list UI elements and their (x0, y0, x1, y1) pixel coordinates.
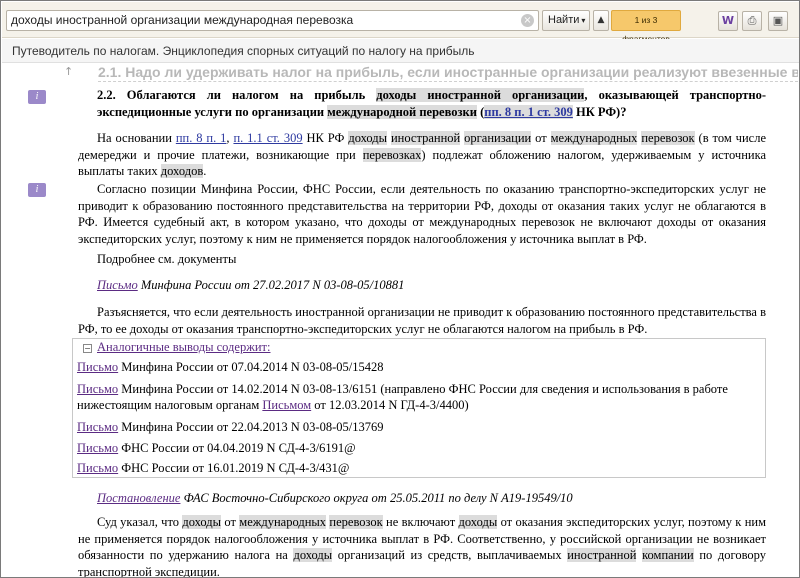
highlight: доходы иностранной организации (376, 88, 585, 102)
document-link[interactable]: Постановление (97, 491, 180, 505)
text: НК РФ)? (572, 104, 627, 119)
paragraph: Разъясняется, что если деятельность инос… (78, 305, 766, 336)
text: от 12.03.2014 N ГД-4-3/4400) (311, 398, 469, 412)
info-icon[interactable]: i (28, 90, 46, 104)
list-item: Письмо Минфина России от 07.04.2014 N 03… (77, 359, 757, 375)
highlight: компании (642, 548, 694, 562)
text: . (203, 164, 207, 178)
document-link[interactable]: Письмом (262, 398, 311, 412)
text: На основании (97, 131, 176, 145)
find-button-label: Найти (548, 14, 580, 26)
text: ФНС России от 04.04.2019 N СД-4-3/6191@ (118, 441, 356, 455)
highlight: организации (464, 131, 532, 145)
text: не включают (382, 515, 459, 529)
paragraph: Подробнее см. документы (97, 252, 237, 266)
highlight: доходы (348, 131, 388, 145)
analog-header[interactable]: − Аналогичные выводы содержит: (83, 340, 270, 355)
search-field[interactable]: × (6, 10, 539, 31)
list-item: Письмо ФНС России от 16.01.2019 N СД-4-3… (77, 460, 757, 476)
document-link[interactable]: Письмо (77, 382, 118, 396)
clear-search-icon[interactable]: × (521, 14, 534, 27)
search-input[interactable] (11, 13, 501, 27)
highlight: доходов (160, 164, 204, 178)
highlight: доходы (458, 515, 498, 529)
arrow-up-icon[interactable]: ↑ (64, 65, 73, 78)
highlight: иностранной (390, 131, 461, 145)
highlight: перевозок (329, 515, 383, 529)
previous-fragment-button[interactable]: ▲ (593, 10, 609, 31)
highlight: перевозках (362, 147, 422, 162)
text: 2.2. Облагаются ли налогом на прибыль (97, 88, 377, 102)
paragraph: Суд указал, что доходы от международных … (78, 514, 766, 577)
document-link[interactable]: Письмо (77, 420, 118, 434)
analog-documents-box: − Аналогичные выводы содержит: Письмо Мин… (72, 338, 766, 478)
word-export-icon[interactable]: W (718, 11, 738, 31)
info-icon[interactable]: i (28, 183, 46, 197)
highlight: доходы (182, 515, 222, 529)
print-icon[interactable]: ⎙ (742, 11, 762, 31)
document-reference: Письмо Минфина России от 27.02.2017 N 03… (78, 277, 766, 294)
text: НК РФ (302, 131, 349, 145)
law-link[interactable]: пп. 8 п. 1 ст. 309 (484, 104, 573, 119)
fragment-counter: 1 из 3 фрагментов (611, 10, 681, 44)
text: от (221, 515, 240, 529)
text: Минфина России от 27.02.2017 N 03-08-05/… (137, 278, 405, 292)
highlight: перевозок (641, 131, 695, 145)
paragraph: На основании пп. 8 п. 1, п. 1.1 ст. 309 … (78, 130, 766, 180)
law-link[interactable]: пп. 8 п. 1 (176, 131, 227, 145)
list-item: Письмо ФНС России от 04.04.2019 N СД-4-3… (77, 440, 757, 456)
document-reference: Постановление ФАС Восточно-Сибирского ок… (78, 490, 766, 507)
text: Минфина России от 22.04.2013 N 03-08-05/… (118, 420, 384, 434)
save-icon[interactable]: ▣ (768, 11, 788, 31)
highlight: международной перевозки (327, 104, 477, 119)
text: Минфина России от 07.04.2014 N 03-08-05/… (118, 360, 384, 374)
document-link[interactable]: Письмо (77, 441, 118, 455)
app-window: × Найти▾ ▲ 1 из 3 фрагментов W ⎙ ▣ Путев… (0, 0, 800, 578)
chevron-down-icon: ▾ (581, 16, 586, 25)
find-button[interactable]: Найти ▾ (542, 10, 590, 31)
document-link[interactable]: Письмо (77, 360, 118, 374)
collapse-icon[interactable]: − (83, 343, 92, 353)
highlight: доходы (293, 548, 333, 562)
question-heading: 2.2. Облагаются ли налогом на прибыль до… (97, 87, 766, 120)
document-link[interactable]: Письмо (77, 461, 118, 475)
text: ФАС Восточно-Сибирского округа от 25.05.… (180, 491, 573, 505)
document-body: ↑ 2.1. Надо ли удерживать налог на прибы… (2, 63, 799, 577)
paragraph: Согласно позиции Минфина России, ФНС Рос… (78, 182, 766, 246)
previous-section-heading[interactable]: 2.1. Надо ли удерживать налог на прибыль… (98, 64, 798, 82)
analog-title[interactable]: Аналогичные выводы содержит: (97, 340, 270, 354)
text: организаций из средств, выплачиваемых (332, 548, 568, 562)
list-item: Письмо Минфина России от 22.04.2013 N 03… (77, 419, 757, 435)
text: Суд указал, что (97, 515, 183, 529)
highlight: международных (550, 131, 638, 145)
text: ФНС России от 16.01.2019 N СД-4-3/431@ (118, 461, 350, 475)
highlight: международных (239, 515, 327, 529)
list-item: Письмо Минфина России от 14.02.2014 N 03… (77, 381, 757, 413)
breadcrumb[interactable]: Путеводитель по налогам. Энциклопедия сп… (2, 39, 799, 63)
highlight: иностранной (567, 548, 637, 562)
law-link[interactable]: п. 1.1 ст. 309 (233, 131, 302, 145)
text: от (531, 131, 551, 145)
search-toolbar: × Найти▾ ▲ 1 из 3 фрагментов W ⎙ ▣ (2, 2, 799, 44)
document-link[interactable]: Письмо (97, 278, 138, 292)
arrow-up-icon: ▲ (597, 15, 605, 25)
